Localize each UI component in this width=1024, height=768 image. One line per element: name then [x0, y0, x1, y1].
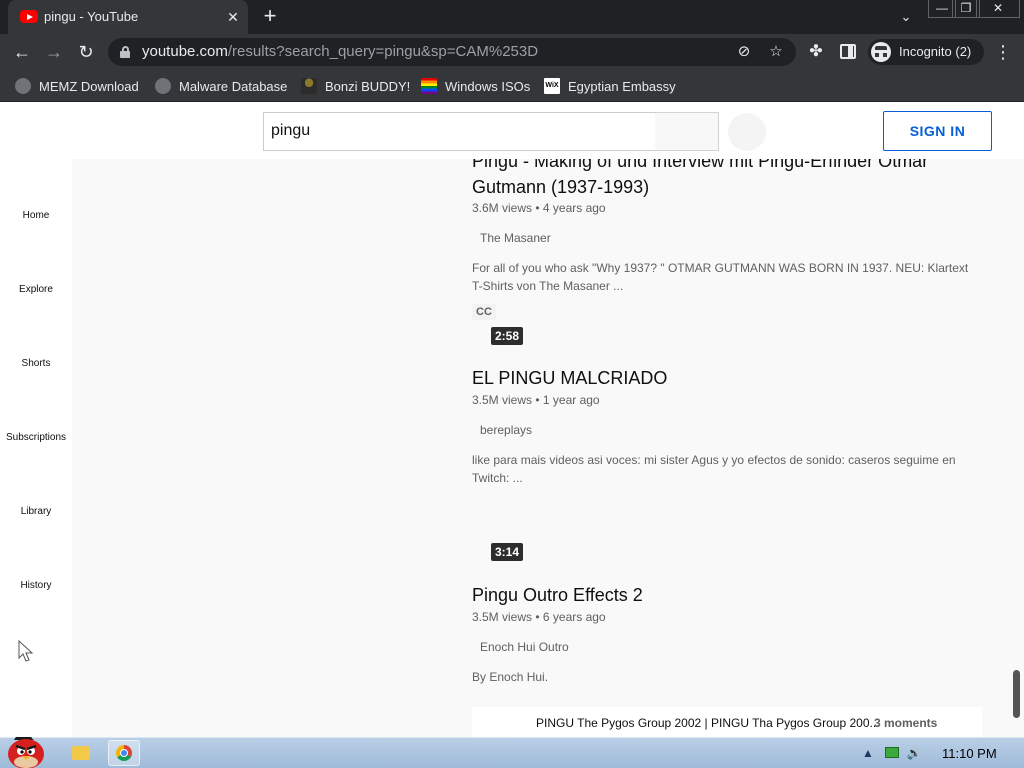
reload-icon[interactable]: ↻ — [74, 40, 98, 64]
taskbar-chrome-button[interactable] — [108, 740, 140, 766]
key-moments-title: PINGU The Pygos Group 2002 | PINGU Tha P… — [536, 716, 880, 730]
forward-arrow-icon[interactable]: → — [42, 40, 66, 64]
tab-title: pingu - YouTube — [44, 9, 139, 24]
cc-badge: CC — [472, 304, 496, 320]
screen: pingu - YouTube ✕ + ⌄ — ❐ ✕ ← → ↻ youtub… — [0, 0, 1024, 768]
new-tab-button[interactable]: + — [258, 5, 282, 29]
key-moments-count[interactable]: 3 moments — [874, 716, 937, 730]
taskbar-clock[interactable]: 11:10 PM — [942, 746, 997, 761]
video-title[interactable]: EL PINGU MALCRIADO — [472, 365, 952, 391]
video-meta: 3.5M views • 1 year ago — [472, 393, 600, 407]
video-title[interactable]: Pingu Outro Effects 2 — [472, 582, 952, 608]
browser-menu-icon[interactable]: ⋮ — [994, 42, 1012, 62]
mouse-cursor-icon — [18, 640, 34, 662]
key-moments-row[interactable]: PINGU The Pygos Group 2002 | PINGU Tha P… — [472, 707, 982, 737]
incognito-label: Incognito (2) — [899, 44, 972, 59]
voice-search-button[interactable] — [728, 113, 766, 151]
search-button[interactable] — [655, 112, 719, 151]
sign-in-button[interactable]: SIGN IN — [883, 111, 992, 151]
bonzi-icon — [301, 78, 317, 94]
video-description: like para mais videos asi voces: mi sist… — [472, 453, 956, 485]
sidebar-item-shorts[interactable]: Shorts — [0, 358, 72, 432]
youtube-icon — [20, 10, 38, 23]
folder-icon — [72, 746, 90, 760]
network-icon[interactable] — [884, 745, 900, 761]
sidebar-item-home[interactable]: Home — [0, 210, 72, 284]
browser-tab[interactable]: pingu - YouTube ✕ — [8, 0, 248, 34]
bookmark-egyptian-embassy[interactable]: WiX Egyptian Embassy — [544, 76, 676, 96]
video-description: For all of you who ask "Why 1937? " OTMA… — [472, 261, 969, 293]
bookmarks-bar: MEMZ Download Malware Database Bonzi BUD… — [0, 70, 1024, 102]
sidebar-item-history[interactable]: History — [0, 580, 72, 654]
side-panel-icon[interactable] — [840, 44, 856, 59]
window-close-button[interactable]: ✕ — [976, 0, 1020, 18]
video-duration: 2:58 — [490, 327, 523, 345]
channel-name[interactable]: Enoch Hui Outro — [480, 640, 569, 654]
bookmark-memz-download[interactable]: MEMZ Download — [15, 76, 139, 96]
tab-search-chevron-icon[interactable]: ⌄ — [896, 7, 916, 27]
browser-tab-strip: pingu - YouTube ✕ + ⌄ — ❐ ✕ — [0, 0, 1024, 34]
channel-name[interactable]: The Masaner — [480, 231, 551, 245]
taskbar-folder-icon[interactable] — [66, 740, 96, 766]
url-text[interactable]: youtube.com/results?search_query=pingu&s… — [142, 43, 538, 60]
video-meta: 3.5M views • 6 years ago — [472, 610, 606, 624]
bookmark-windows-isos[interactable]: Windows ISOs — [421, 76, 530, 96]
video-description: By Enoch Hui. — [472, 670, 549, 684]
sidebar-item-library[interactable]: Library — [0, 506, 72, 580]
wix-icon: WiX — [544, 78, 560, 94]
search-query-text: pingu — [271, 122, 311, 139]
channel-name[interactable]: bereplays — [480, 423, 532, 437]
show-hidden-icons-icon[interactable]: ▲ — [860, 745, 876, 761]
incognito-icon — [871, 42, 891, 62]
tab-close-icon[interactable]: ✕ — [224, 8, 242, 26]
sidebar-item-subscriptions[interactable]: Subscriptions — [0, 432, 72, 506]
incognito-profile-button[interactable]: Incognito (2) — [868, 39, 984, 65]
video-result: 3:14 EL PINGU MALCRIADO 3.5M views • 1 y… — [72, 353, 1024, 570]
bookmark-malware-database[interactable]: Malware Database — [155, 76, 287, 96]
youtube-page: pingu SIGN IN Home Explore Shorts Subscr… — [0, 103, 1024, 737]
bookmark-bonzi-buddy[interactable]: Bonzi BUDDY! — [301, 76, 410, 96]
globe-icon — [155, 78, 171, 94]
video-meta: 3.6M views • 4 years ago — [472, 201, 606, 215]
page-scrollbar[interactable] — [1013, 670, 1020, 718]
back-arrow-icon[interactable]: ← — [10, 40, 34, 64]
youtube-masthead: pingu SIGN IN — [0, 103, 1024, 159]
lock-icon[interactable] — [120, 46, 130, 58]
browser-toolbar: ← → ↻ youtube.com/results?search_query=p… — [0, 34, 1024, 70]
chrome-icon — [116, 745, 132, 761]
address-bar[interactable]: youtube.com/results?search_query=pingu&s… — [108, 38, 796, 66]
bookmark-star-icon[interactable]: ☆ — [766, 42, 786, 62]
video-duration: 3:14 — [490, 543, 523, 561]
volume-icon[interactable]: 🔊 — [906, 745, 922, 761]
extensions-puzzle-icon[interactable]: ✤ — [806, 42, 826, 62]
eye-off-icon[interactable]: ⊘ — [734, 42, 754, 62]
youtube-sidebar: Home Explore Shorts Subscriptions Librar… — [0, 159, 72, 737]
sidebar-item-explore[interactable]: Explore — [0, 284, 72, 358]
search-results: 2:58 Pingu - Making of und Interview mit… — [72, 103, 1024, 737]
windows-taskbar: ▲ 🔊 11:10 PM — [0, 732, 1024, 768]
globe-icon — [15, 78, 31, 94]
search-input[interactable]: pingu — [263, 112, 656, 151]
rainbow-flag-icon — [421, 78, 437, 94]
